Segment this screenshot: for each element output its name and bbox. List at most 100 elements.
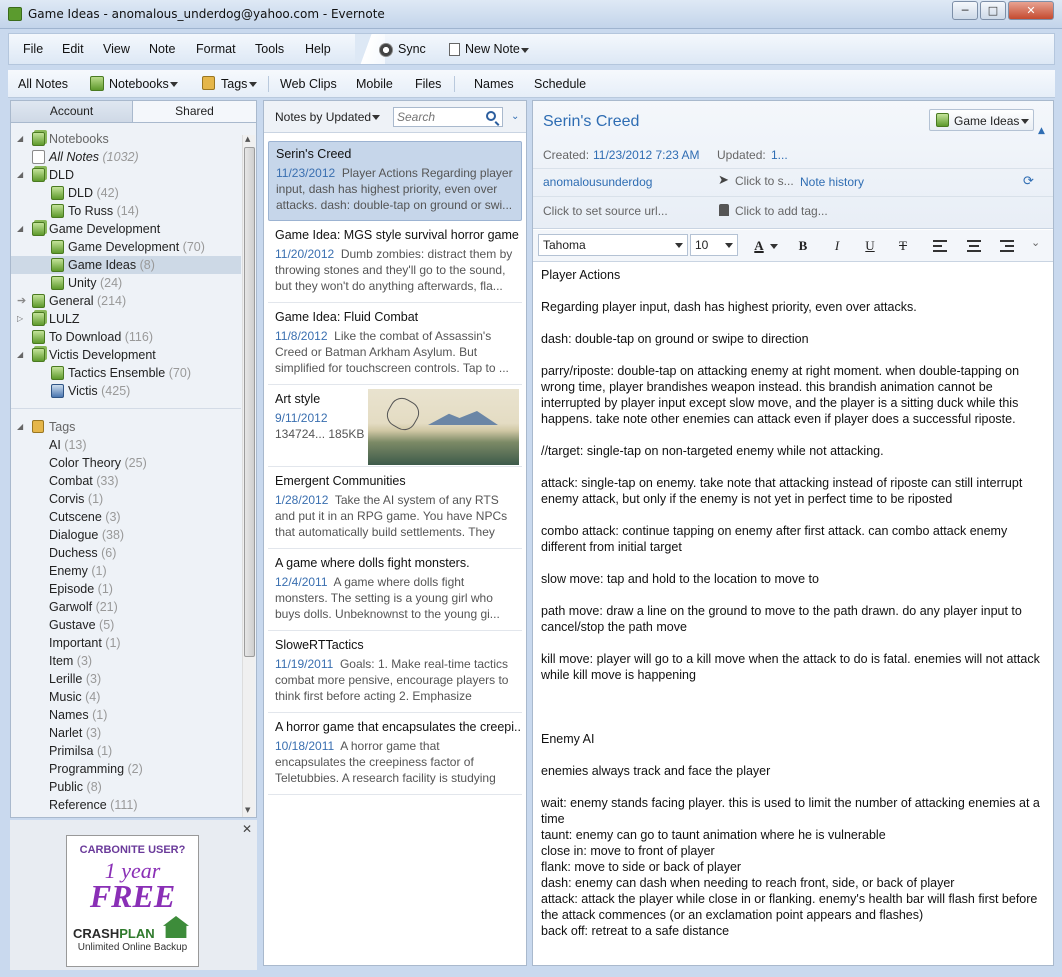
sidebar-item-to-russ[interactable]: To Russ (14) (11, 202, 241, 220)
all-notes-button[interactable]: All Notes (18, 77, 68, 91)
sidebar-item-general[interactable]: ➔ General (214) (11, 292, 241, 310)
search-input[interactable] (397, 108, 481, 126)
note-body[interactable]: Player Actions Regarding player input, da… (541, 267, 1047, 939)
sidebar-item-tactics-ensemble[interactable]: Tactics Ensemble (70) (11, 364, 241, 382)
tags-header[interactable]: ◢ Tags (11, 418, 241, 436)
sort-dropdown[interactable]: Notes by Updated (275, 110, 371, 124)
note-card[interactable]: Serin's Creed 11/23/2012 Player Actions R… (268, 141, 522, 221)
menu-view[interactable]: View (103, 42, 130, 56)
updated-date[interactable]: 1... (771, 148, 788, 162)
schedule-button[interactable]: Schedule (534, 77, 586, 91)
source-url-field[interactable]: Click to set source url... (543, 204, 668, 218)
menu-help[interactable]: Help (305, 42, 331, 56)
sidebar-item-tag[interactable]: Combat (33) (11, 472, 241, 490)
search-icon[interactable] (486, 111, 496, 121)
note-card[interactable]: Art style 9/11/2012 134724... 185KB (268, 387, 522, 467)
note-card[interactable]: A horror game that encapsulates the cree… (268, 715, 522, 795)
sidebar-item-tag[interactable]: Item (3) (11, 652, 241, 670)
sidebar-item-tag[interactable]: Gustave (5) (11, 616, 241, 634)
sidebar-item-tag[interactable]: Reference (111) (11, 796, 241, 814)
sidebar-item-tag[interactable]: Public (8) (11, 778, 241, 796)
new-note-dropdown-icon[interactable] (521, 48, 529, 53)
note-card[interactable]: SloweRTTactics 11/19/2011 Goals: 1. Make … (268, 633, 522, 713)
note-card[interactable]: Emergent Communities 1/28/2012 Take the A… (268, 469, 522, 549)
sidebar-stack-dld[interactable]: ◢ DLD (11, 166, 241, 184)
collapse-arrow-icon[interactable]: ◢ (17, 220, 27, 238)
note-card[interactable]: A game where dolls fight monsters. 12/4/2… (268, 551, 522, 631)
created-date[interactable]: 11/23/2012 7:23 AM (593, 148, 700, 162)
tab-shared[interactable]: Shared (133, 101, 256, 122)
view-options-chevron-icon[interactable]: ⌄ (511, 111, 519, 122)
tags-dropdown-icon[interactable] (249, 82, 257, 87)
sidebar-item-tag[interactable]: Enemy (1) (11, 562, 241, 580)
ad-close-icon[interactable]: ✕ (242, 822, 252, 836)
sidebar-item-tag[interactable]: Corvis (1) (11, 490, 241, 508)
sidebar-item-tag[interactable]: Duchess (6) (11, 544, 241, 562)
sidebar-scrollbar[interactable]: ▲ ▼ (242, 135, 255, 817)
sidebar-item-tag[interactable]: Lerille (3) (11, 670, 241, 688)
collapse-arrow-icon[interactable]: ◢ (17, 418, 27, 436)
font-size-select[interactable]: 10 (690, 234, 738, 256)
sidebar-item-tag[interactable]: Color Theory (25) (11, 454, 241, 472)
sidebar-item-game-ideas[interactable]: Game Ideas (8) (11, 256, 241, 274)
sync-button[interactable]: Sync (398, 42, 426, 56)
web-clips-button[interactable]: Web Clips (280, 77, 337, 91)
tags-button[interactable]: Tags (221, 77, 247, 91)
sidebar-item-unity[interactable]: Unity (24) (11, 274, 241, 292)
author-link[interactable]: anomalousunderdog (543, 175, 652, 189)
sidebar-item-tag[interactable]: Cutscene (3) (11, 508, 241, 526)
menu-format[interactable]: Format (196, 42, 236, 56)
more-formatting-icon[interactable]: ⌄ (1031, 236, 1040, 249)
new-note-button[interactable]: New Note (465, 42, 520, 56)
sidebar-item-tag[interactable]: Primilsa (1) (11, 742, 241, 760)
sidebar-stack-victis-development[interactable]: ◢ Victis Development (11, 346, 241, 364)
sidebar-item-tag[interactable]: Garwolf (21) (11, 598, 241, 616)
collapse-arrow-icon[interactable]: ◢ (17, 130, 27, 148)
location-field[interactable]: Click to s... (735, 174, 794, 188)
notebooks-header[interactable]: ◢ Notebooks (11, 130, 241, 148)
note-title[interactable]: Serin's Creed (543, 113, 639, 131)
note-history-link[interactable]: Note history (800, 175, 864, 189)
notebooks-dropdown-icon[interactable] (170, 82, 178, 87)
strikethrough-button[interactable]: T (893, 236, 913, 256)
sidebar-item-tag[interactable]: AI (13) (11, 436, 241, 454)
notebook-selector[interactable]: Game Ideas (929, 109, 1034, 131)
sort-dropdown-icon[interactable] (372, 115, 380, 120)
italic-button[interactable]: I (827, 236, 847, 256)
sidebar-item-tag[interactable]: Dialogue (38) (11, 526, 241, 544)
names-button[interactable]: Names (474, 77, 514, 91)
sidebar-stack-lulz[interactable]: ▷ LULZ (11, 310, 241, 328)
minimize-button[interactable]: ─ (952, 1, 978, 20)
sidebar-item-tag[interactable]: Names (1) (11, 706, 241, 724)
menu-edit[interactable]: Edit (62, 42, 84, 56)
menu-note[interactable]: Note (149, 42, 175, 56)
underline-button[interactable]: U (860, 236, 880, 256)
bold-button[interactable]: B (793, 236, 813, 256)
collapse-header-icon[interactable]: ▲ (1038, 126, 1045, 136)
sidebar-item-tag[interactable]: Important (1) (11, 634, 241, 652)
mobile-button[interactable]: Mobile (356, 77, 393, 91)
sidebar-item-tag[interactable]: Music (4) (11, 688, 241, 706)
menu-file[interactable]: File (23, 42, 43, 56)
scroll-up-icon[interactable]: ▲ (245, 135, 250, 143)
refresh-icon[interactable]: ⟳ (1023, 173, 1034, 189)
align-center-icon[interactable] (967, 240, 981, 252)
add-tag-field[interactable]: Click to add tag... (735, 204, 828, 218)
sidebar-item-tag[interactable]: Programming (2) (11, 760, 241, 778)
note-card[interactable]: Game Idea: Fluid Combat 11/8/2012 Like th… (268, 305, 522, 385)
collapse-arrow-icon[interactable]: ◢ (17, 346, 27, 364)
note-card[interactable]: Game Idea: MGS style survival horror gam… (268, 223, 522, 303)
font-family-select[interactable]: Tahoma (538, 234, 688, 256)
sidebar-item-to-download[interactable]: To Download (116) (11, 328, 241, 346)
sidebar-item-dld[interactable]: DLD (42) (11, 184, 241, 202)
sidebar-item-tag[interactable]: Episode (1) (11, 580, 241, 598)
expand-arrow-icon[interactable]: ▷ (17, 310, 27, 328)
maximize-button[interactable]: □ (980, 1, 1006, 20)
close-window-button[interactable]: ✕ (1008, 1, 1054, 20)
text-color-button[interactable]: A (749, 236, 769, 256)
sidebar-item-tag[interactable]: Narlet (3) (11, 724, 241, 742)
search-box[interactable] (393, 107, 503, 127)
sidebar-item-game-development[interactable]: Game Development (70) (11, 238, 241, 256)
sidebar-item-victis[interactable]: Victis (425) (11, 382, 241, 400)
sidebar-item-all-notes[interactable]: All Notes (1032) (11, 148, 241, 166)
